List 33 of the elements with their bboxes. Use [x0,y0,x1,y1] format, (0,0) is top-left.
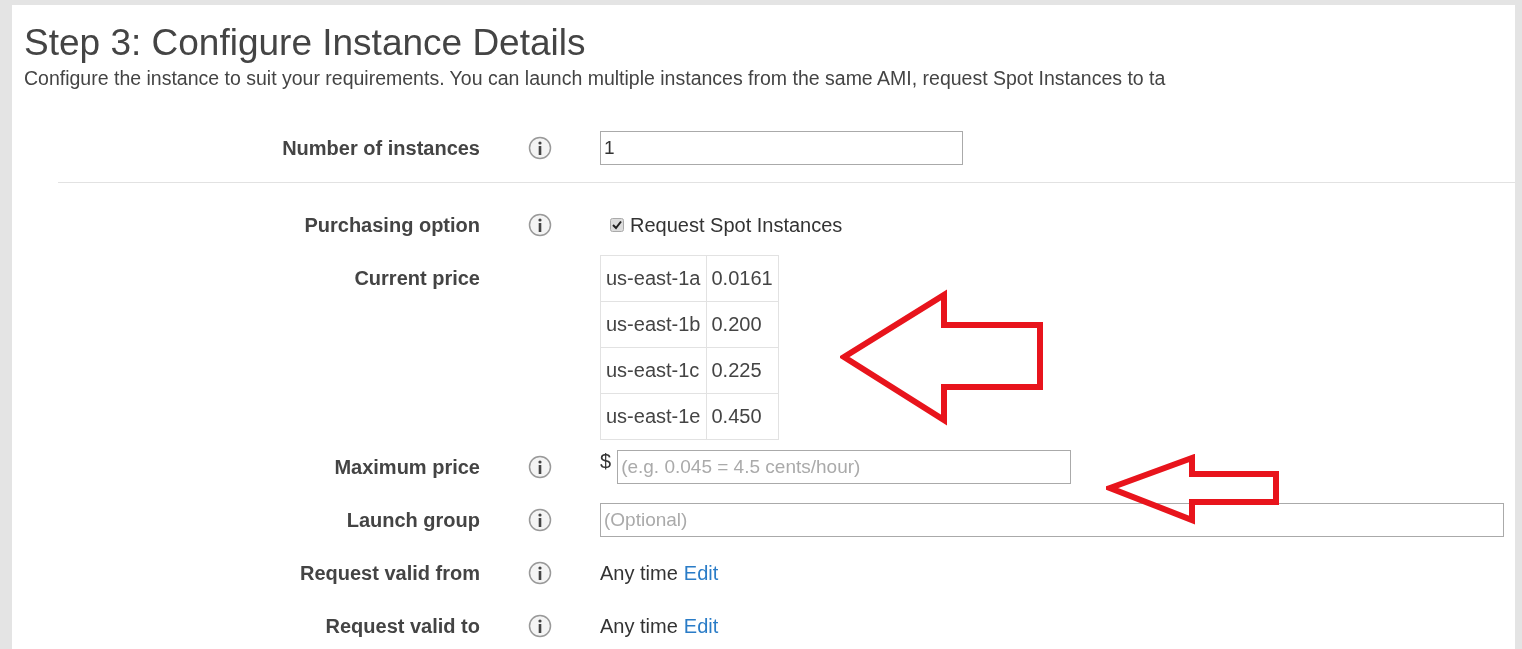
field-label: Number of instances [281,136,480,160]
value-text: Any time [600,561,678,585]
field-label: Purchasing option [303,213,480,237]
page-description: Configure the instance to suit your requirements. You can launch multiple instances from the same AMI, request Spot Instances to ta [24,66,1167,91]
price-cell: 0.0161 [706,255,779,302]
price-cell: 0.450 [706,393,779,440]
field-label: Launch group [345,508,480,532]
value-text: Any time [600,614,678,638]
edit-link[interactable]: Edit [683,614,719,638]
edit-link[interactable]: Edit [683,561,719,585]
zone-cell: us-east-1e [600,393,706,440]
price-field[interactable]: (e.g. 0.045 = 4.5 cents/hour) [617,450,1072,484]
info-icon[interactable] [528,213,552,237]
price-cell: 0.200 [706,301,779,348]
text-field[interactable]: (Optional) [600,503,1504,537]
field-label: Maximum price [333,455,480,479]
checkbox-label: Request Spot Instances [630,213,843,237]
zone-cell: us-east-1c [600,347,706,394]
info-icon[interactable] [528,508,552,532]
zone-cell: us-east-1a [600,255,706,302]
price-cell: 0.225 [706,347,779,394]
info-icon[interactable] [528,614,552,638]
currency-symbol: $ [600,450,612,473]
zone-cell: us-east-1b [600,301,706,348]
info-icon[interactable] [528,136,552,160]
field-label: Request valid from [298,561,480,585]
number-field[interactable]: 1 [600,131,963,165]
checkbox[interactable] [610,218,624,232]
field-label: Current price [353,266,480,290]
field-label: Request valid to [324,614,480,638]
info-icon[interactable] [528,455,552,479]
page-title: Step 3: Configure Instance Details [24,21,587,65]
info-icon[interactable] [528,561,552,585]
